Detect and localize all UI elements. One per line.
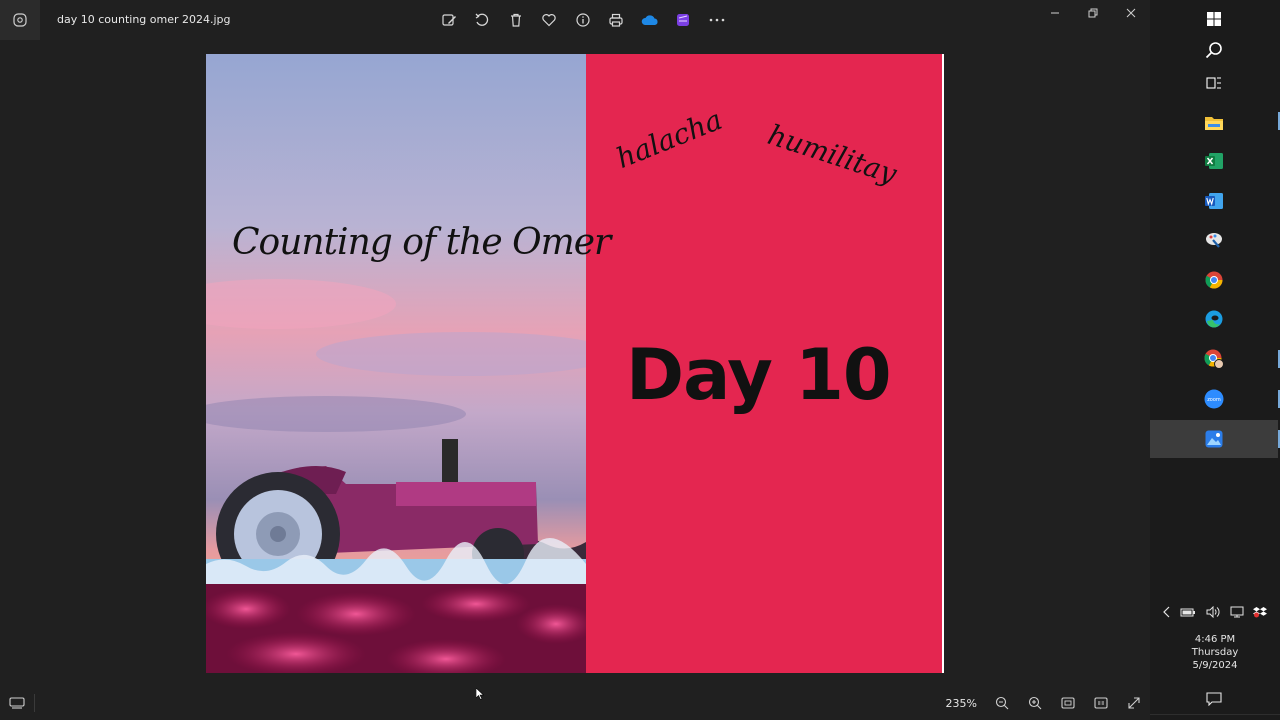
clipchamp-icon: [677, 14, 690, 26]
image-title-text: Counting of the Omer: [232, 222, 611, 263]
battery-icon[interactable]: [1180, 607, 1196, 617]
chrome-profile-icon: [1204, 349, 1224, 369]
cloud-icon: [641, 15, 658, 25]
excel-button[interactable]: [1150, 142, 1278, 180]
info-icon: [576, 13, 590, 27]
file-explorer-button[interactable]: [1150, 103, 1278, 141]
photo-toolbar: [432, 10, 734, 30]
taskbar-bottom-edge: [1150, 714, 1280, 715]
zoom-app-button[interactable]: zoom: [1150, 380, 1278, 418]
expand-icon: [1127, 697, 1140, 709]
edge-icon: [1205, 310, 1223, 328]
displayed-photo: Counting of the Omer halacha humilitay D…: [206, 54, 944, 673]
chrome-icon: [1205, 271, 1223, 289]
rotate-button[interactable]: [466, 10, 500, 30]
actual-size-button[interactable]: [1084, 688, 1117, 718]
trash-icon: [510, 13, 521, 27]
edge-button[interactable]: [1150, 300, 1278, 338]
word-button[interactable]: [1150, 182, 1278, 220]
minimize-button[interactable]: [1036, 0, 1074, 26]
windows-logo-icon: [1207, 12, 1221, 26]
zoom-percentage[interactable]: 235%: [927, 697, 977, 710]
network-icon[interactable]: [1230, 606, 1244, 618]
zoom-out-icon: [995, 696, 1008, 710]
clock-day: Thursday: [1191, 647, 1239, 658]
volume-icon[interactable]: [1206, 606, 1220, 618]
chrome-button[interactable]: [1150, 261, 1278, 299]
zoom-in-icon: [1028, 696, 1041, 710]
actual-size-icon: [1093, 697, 1108, 709]
onedrive-button[interactable]: [633, 10, 667, 30]
chrome-profile-button[interactable]: [1150, 340, 1278, 378]
word-icon: [1205, 193, 1223, 209]
photos-icon: [1205, 430, 1223, 448]
status-bar: 235%: [0, 686, 1150, 720]
filmstrip-icon: [9, 697, 25, 709]
photos-app-icon[interactable]: [0, 0, 40, 40]
rotate-icon: [475, 13, 489, 26]
dropbox-icon[interactable]: [1253, 606, 1268, 618]
zoom-out-button[interactable]: [985, 688, 1018, 718]
zoom-icon-label: zoom: [1207, 397, 1221, 403]
clock-date: 5/9/2024: [1192, 660, 1238, 671]
zoom-in-button[interactable]: [1018, 688, 1051, 718]
filmstrip-toggle-button[interactable]: [6, 693, 28, 713]
delete-button[interactable]: [499, 10, 533, 30]
title-bar: day 10 counting omer 2024.jpg: [0, 0, 1150, 40]
printer-icon: [609, 13, 623, 27]
fit-to-window-button[interactable]: [1051, 688, 1084, 718]
folder-icon: [1205, 116, 1223, 130]
edit-image-button[interactable]: [432, 10, 466, 30]
favorite-button[interactable]: [533, 10, 567, 30]
notification-center-button[interactable]: [1203, 690, 1225, 708]
ellipsis-icon: [709, 18, 725, 22]
clipchamp-button[interactable]: [667, 10, 701, 30]
more-options-button[interactable]: [700, 10, 734, 30]
file-name-title: day 10 counting omer 2024.jpg: [57, 13, 231, 26]
edit-image-icon: [442, 14, 456, 26]
clock-time: 4:46 PM: [1194, 634, 1236, 645]
windows-taskbar: zoom 4:46 PM Thursday 5/9/2024: [1150, 0, 1280, 720]
restore-button[interactable]: [1074, 0, 1112, 26]
task-view-button[interactable]: [1150, 64, 1278, 102]
search-icon: [1205, 42, 1222, 59]
show-hidden-icons-chevron-icon[interactable]: [1162, 606, 1171, 618]
paint-icon: [1206, 233, 1222, 248]
notification-icon: [1206, 692, 1222, 706]
window-controls: [1036, 0, 1150, 26]
photos-app-button[interactable]: [1150, 420, 1278, 458]
paint-button[interactable]: [1150, 221, 1278, 259]
close-button[interactable]: [1112, 0, 1150, 26]
excel-icon: [1205, 153, 1223, 169]
view-controls: 235%: [927, 686, 1150, 720]
heart-icon: [542, 14, 556, 27]
restore-icon: [1088, 8, 1098, 18]
fit-window-icon: [1060, 697, 1075, 709]
close-icon: [1126, 8, 1136, 18]
minimize-icon: [1051, 12, 1059, 14]
image-canvas[interactable]: Counting of the Omer halacha humilitay D…: [0, 40, 1150, 686]
image-day-label: Day 10: [626, 334, 892, 416]
zoom-icon: zoom: [1204, 389, 1224, 409]
mouse-cursor-icon: [476, 688, 484, 700]
full-screen-button[interactable]: [1117, 688, 1150, 718]
taskbar-clock[interactable]: 4:46 PM Thursday 5/9/2024: [1150, 633, 1280, 672]
status-divider: [34, 694, 35, 712]
print-button[interactable]: [600, 10, 634, 30]
info-button[interactable]: [566, 10, 600, 30]
system-tray: [1158, 602, 1272, 622]
task-view-icon: [1206, 77, 1221, 89]
